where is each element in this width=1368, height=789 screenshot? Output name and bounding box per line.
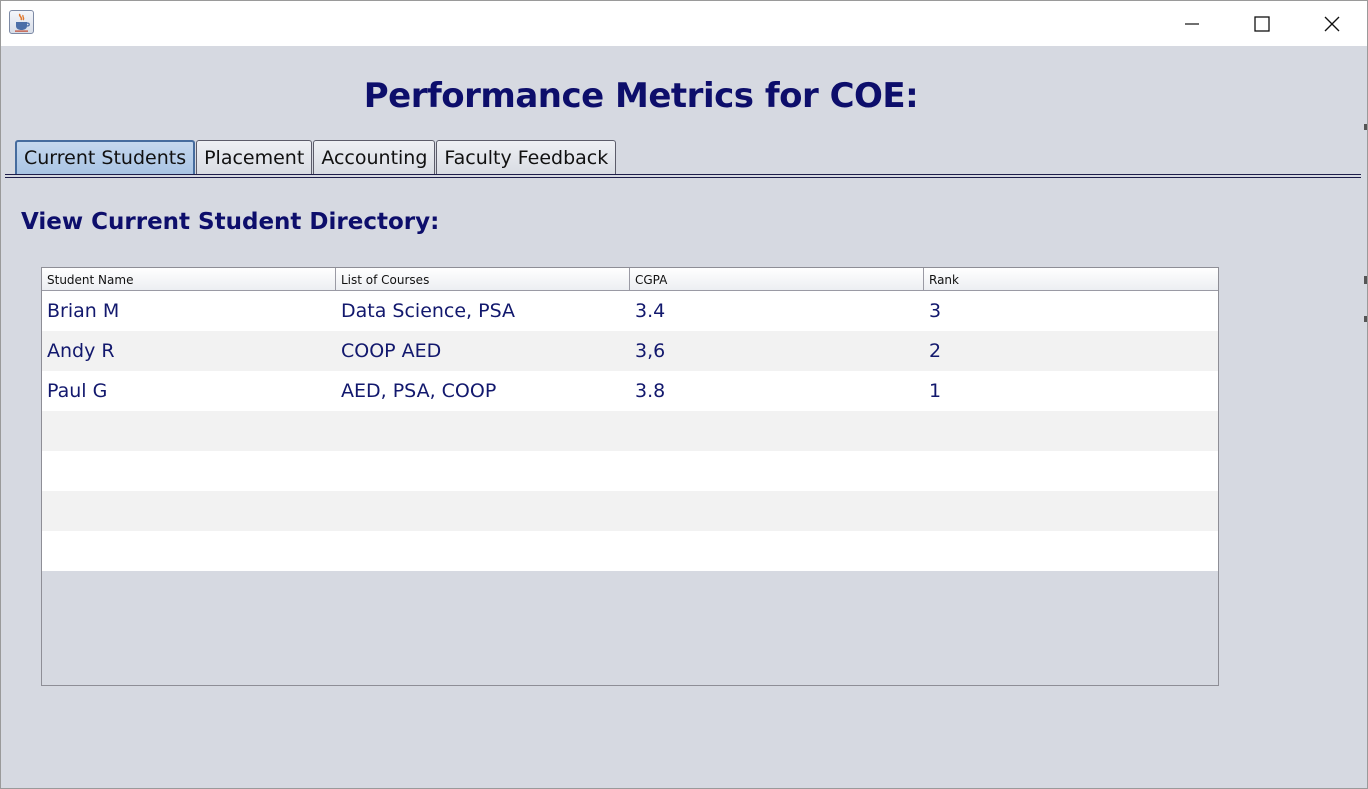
cell-cgpa[interactable]: 3.8 <box>630 371 924 411</box>
cell-student-name[interactable]: Brian M <box>42 291 336 331</box>
close-button[interactable] <box>1297 1 1367 46</box>
table-row-empty[interactable] <box>42 451 1218 491</box>
cell-cgpa[interactable] <box>630 411 924 451</box>
cell-student-name[interactable]: Paul G <box>42 371 336 411</box>
cell-student-name[interactable] <box>42 451 336 491</box>
maximize-button[interactable] <box>1227 1 1297 46</box>
title-bar[interactable] <box>1 1 1367 46</box>
cell-student-name[interactable] <box>42 491 336 531</box>
cell-courses[interactable]: Data Science, PSA <box>336 291 630 331</box>
maximize-icon <box>1254 15 1270 32</box>
cell-courses[interactable]: AED, PSA, COOP <box>336 371 630 411</box>
cell-rank[interactable] <box>924 491 1216 531</box>
table-row[interactable]: Brian M Data Science, PSA 3.4 3 <box>42 291 1218 331</box>
tab-accounting[interactable]: Accounting <box>313 140 436 174</box>
column-header-cgpa[interactable]: CGPA <box>630 268 924 291</box>
column-header-student-name[interactable]: Student Name <box>42 268 336 291</box>
tab-faculty-feedback[interactable]: Faculty Feedback <box>436 140 617 174</box>
tab-divider <box>5 174 1361 178</box>
minimize-icon <box>1185 22 1199 25</box>
cell-cgpa[interactable] <box>630 491 924 531</box>
cell-cgpa[interactable] <box>630 531 924 571</box>
table-row-empty[interactable] <box>42 411 1218 451</box>
cell-courses[interactable] <box>336 531 630 571</box>
cell-rank[interactable]: 3 <box>924 291 1216 331</box>
tab-current-students[interactable]: Current Students <box>15 140 196 174</box>
cell-rank[interactable] <box>924 451 1216 491</box>
minimize-button[interactable] <box>1157 1 1227 46</box>
section-title: View Current Student Directory: <box>21 209 440 235</box>
java-cup-icon[interactable] <box>9 10 34 34</box>
column-header-list-of-courses[interactable]: List of Courses <box>336 268 630 291</box>
page-title: Performance Metrics for COE: <box>363 76 919 116</box>
cell-cgpa[interactable] <box>630 451 924 491</box>
cell-courses[interactable] <box>336 411 630 451</box>
main-panel: Performance Metrics for COE: Current Stu… <box>1 46 1367 788</box>
table-row[interactable]: Andy R COOP AED 3,6 2 <box>42 331 1218 371</box>
cell-rank[interactable]: 2 <box>924 331 1216 371</box>
window-edge-marker <box>1364 316 1367 322</box>
tab-placement[interactable]: Placement <box>196 140 313 174</box>
cell-cgpa[interactable]: 3,6 <box>630 331 924 371</box>
cell-courses[interactable] <box>336 451 630 491</box>
tab-bar: Current Students Placement Accounting Fa… <box>15 140 617 174</box>
table-row[interactable]: Paul G AED, PSA, COOP 3.8 1 <box>42 371 1218 411</box>
close-icon <box>1324 16 1340 31</box>
app-window: Performance Metrics for COE: Current Stu… <box>0 0 1368 789</box>
cell-courses[interactable] <box>336 491 630 531</box>
cell-rank[interactable] <box>924 531 1216 571</box>
cell-student-name[interactable] <box>42 411 336 451</box>
cell-courses[interactable]: COOP AED <box>336 331 630 371</box>
table-row-empty[interactable] <box>42 491 1218 531</box>
student-table: Student Name List of Courses CGPA Rank B… <box>41 267 1219 686</box>
cell-student-name[interactable]: Andy R <box>42 331 336 371</box>
cell-student-name[interactable] <box>42 531 336 571</box>
window-edge-marker <box>1364 276 1367 284</box>
table-header: Student Name List of Courses CGPA Rank <box>42 268 1218 291</box>
cell-rank[interactable]: 1 <box>924 371 1216 411</box>
cell-cgpa[interactable]: 3.4 <box>630 291 924 331</box>
window-edge-marker <box>1364 124 1367 130</box>
cell-rank[interactable] <box>924 411 1216 451</box>
table-row-empty[interactable] <box>42 531 1218 571</box>
column-header-rank[interactable]: Rank <box>924 268 1216 291</box>
